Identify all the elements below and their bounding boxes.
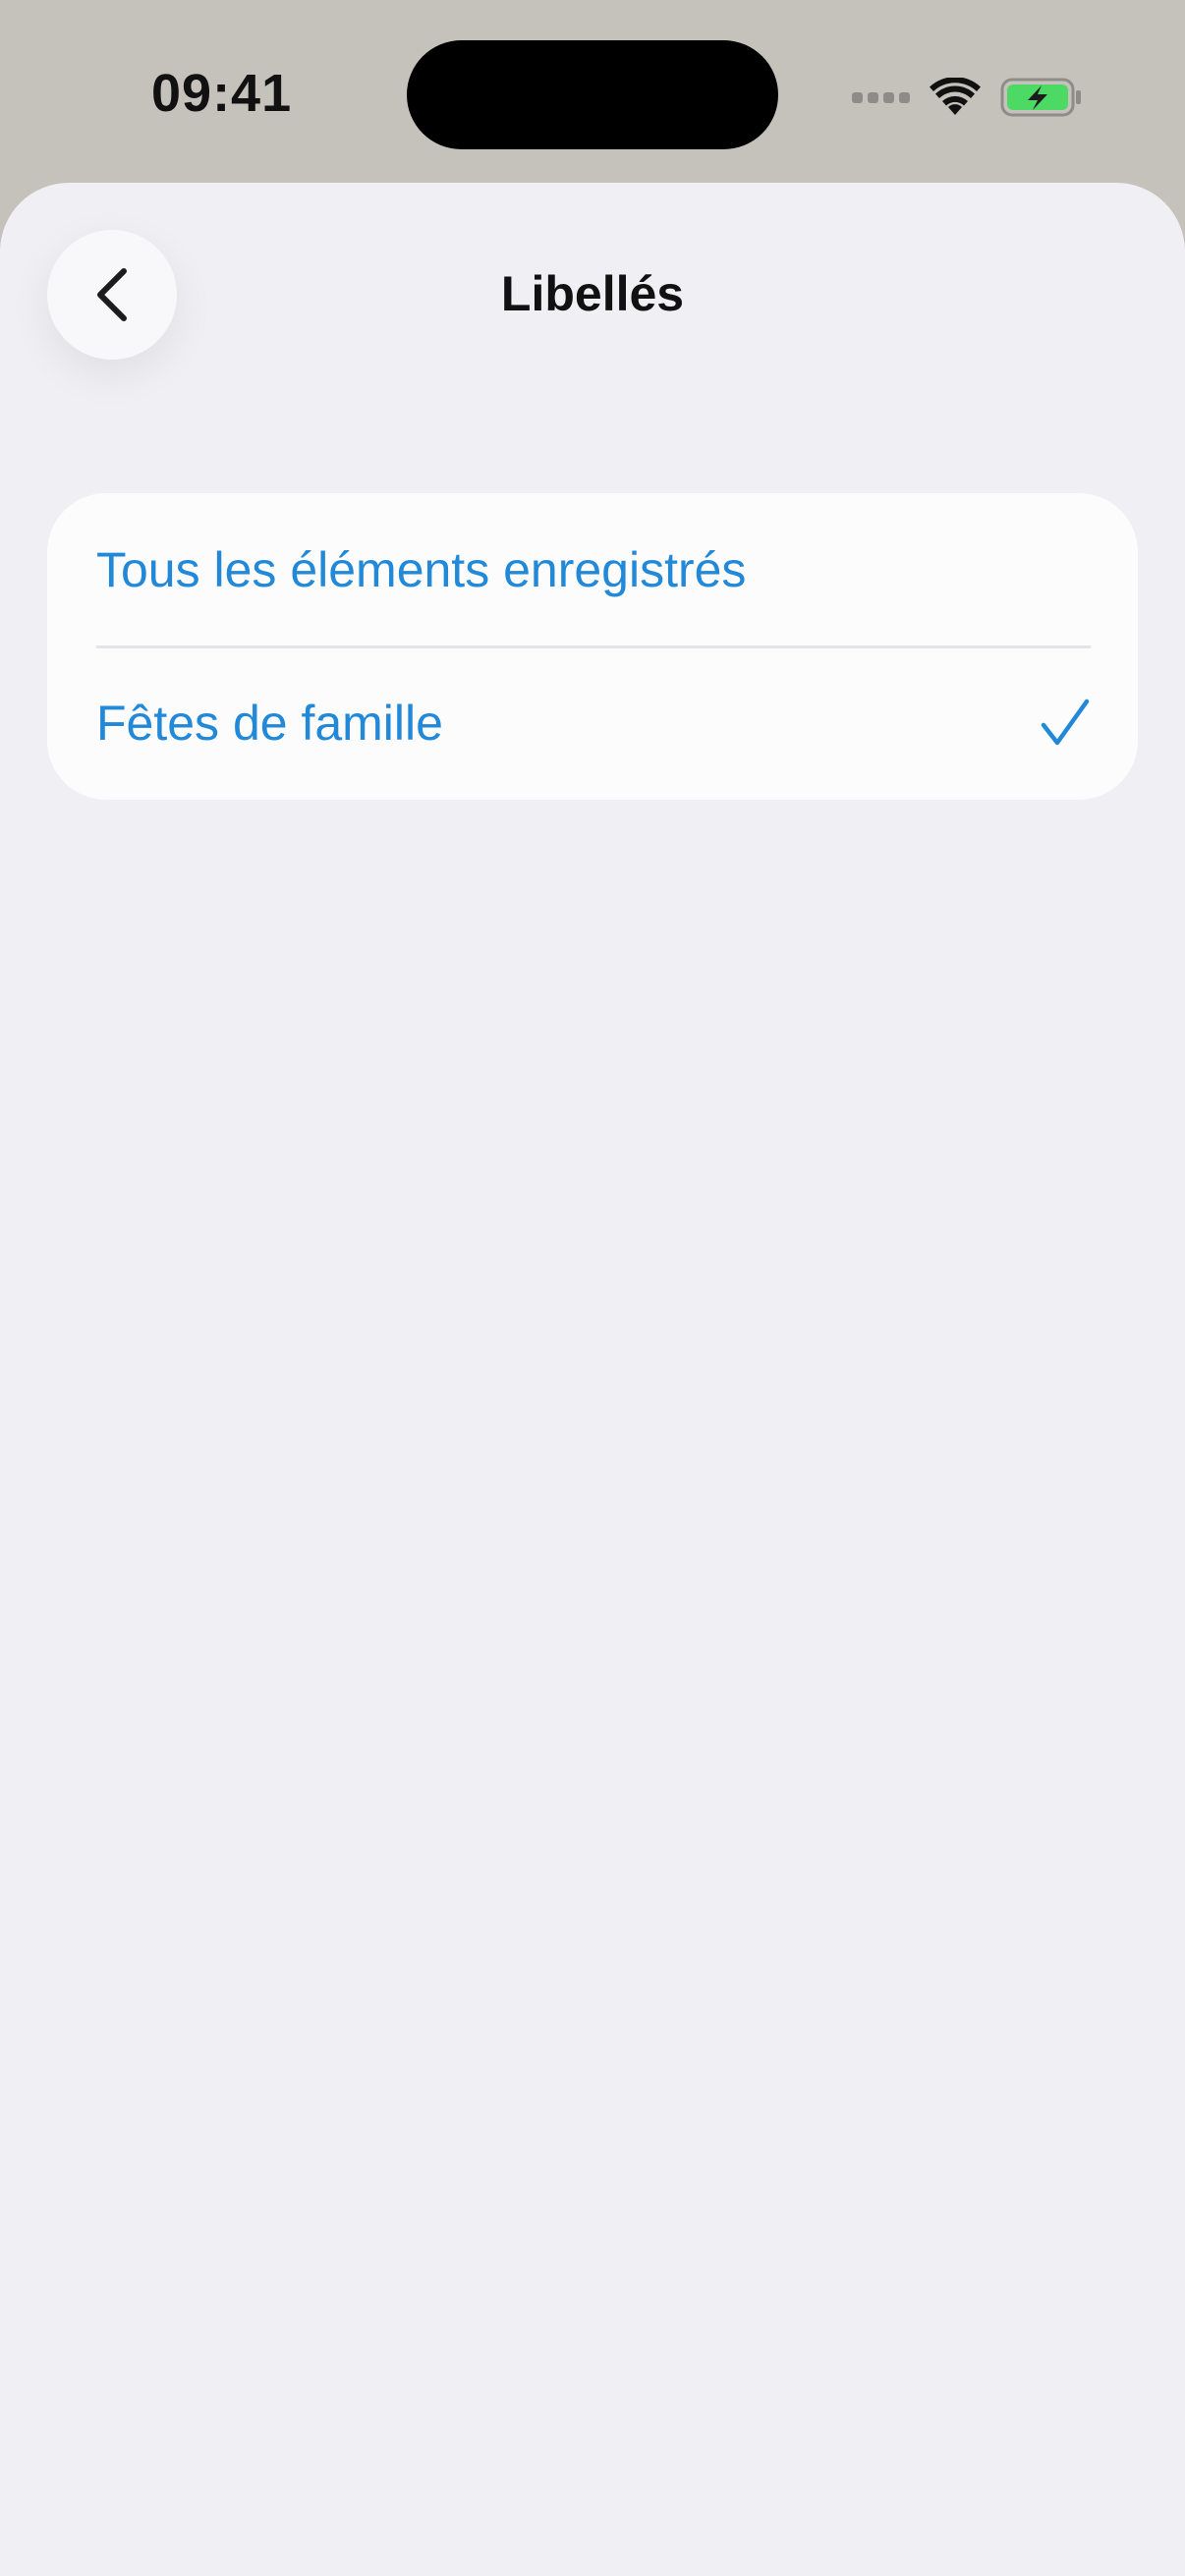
wifi-icon [930,78,981,115]
list-item-label: Fêtes de famille [96,696,443,751]
checkmark-icon [1041,699,1090,746]
sheet: Libellés Tous les éléments enregistrés F… [0,183,1185,2576]
list-item-label: Tous les éléments enregistrés [96,542,747,597]
page-title: Libellés [500,266,685,321]
cellular-signal-icon [852,91,910,103]
labels-list: Tous les éléments enregistrés Fêtes de f… [47,493,1138,800]
status-icons [852,73,1083,122]
status-time: 09:41 [151,64,293,123]
battery-charging-icon [1000,78,1081,117]
dynamic-island [407,40,778,149]
list-item[interactable]: Tous les éléments enregistrés [47,493,1138,648]
list-item[interactable]: Fêtes de famille [47,646,1138,800]
status-bar: 09:41 [0,0,1185,183]
